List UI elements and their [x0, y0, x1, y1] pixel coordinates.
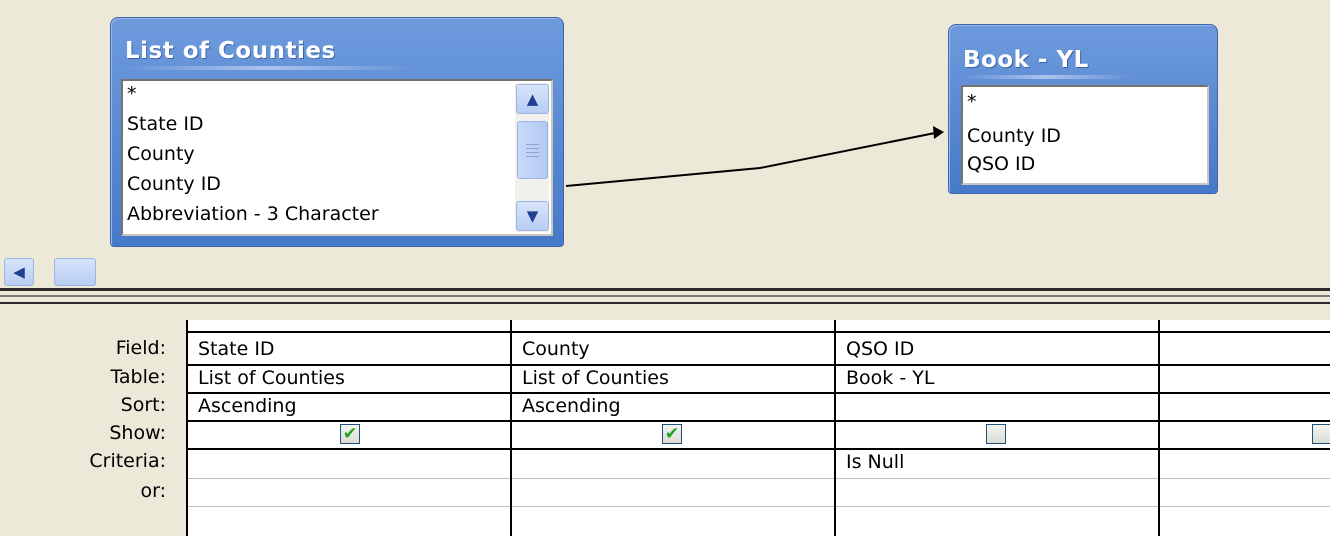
cell-field[interactable]: QSO ID — [846, 338, 914, 360]
cell-sort[interactable]: Ascending — [198, 395, 297, 417]
grid-column-4[interactable] — [1160, 320, 1330, 536]
grid-column-3[interactable]: QSO ID Book - YL Is Null — [836, 320, 1160, 536]
field-list-scrollbar[interactable]: ▲ ▼ — [515, 83, 549, 232]
scroll-thumb[interactable] — [517, 121, 548, 179]
table-pane-hscrollbar[interactable]: ◀ — [0, 256, 1330, 286]
field-list-item-county-id[interactable]: County ID — [967, 125, 1061, 147]
arrow-head-icon — [933, 126, 944, 139]
field-list-item-all[interactable]: * — [127, 83, 137, 105]
field-list-item-qso-id[interactable]: QSO ID — [967, 153, 1035, 175]
field-list: * County ID QSO ID — [961, 85, 1209, 185]
grid-column-2[interactable]: County List of Counties Ascending ✔ — [512, 320, 836, 536]
table-title[interactable]: List of Counties — [125, 38, 336, 64]
field-list: * State ID County County ID Abbreviation… — [121, 79, 553, 236]
field-list-item-all[interactable]: * — [967, 91, 977, 113]
grid-column-1[interactable]: State ID List of Counties Ascending ✔ — [188, 320, 512, 536]
grid-body: State ID List of Counties Ascending ✔ Co… — [186, 320, 1330, 536]
table-book-yl[interactable]: Book - YL * County ID QSO ID — [948, 24, 1218, 194]
row-label-table: Table: — [110, 366, 166, 388]
cell-table[interactable]: List of Counties — [198, 367, 345, 389]
pane-splitter[interactable] — [0, 288, 1330, 304]
show-checkbox[interactable]: ✔ — [662, 424, 682, 444]
chevron-left-icon[interactable]: ◀ — [4, 258, 34, 286]
cell-field[interactable]: County — [522, 338, 590, 360]
cell-criteria[interactable]: Is Null — [846, 451, 904, 473]
row-label-show: Show: — [109, 422, 166, 444]
checkmark-icon: ✔ — [664, 423, 680, 444]
row-label-or: or: — [140, 480, 166, 502]
field-list-item-county[interactable]: County — [127, 143, 195, 165]
show-checkbox[interactable] — [1312, 424, 1330, 444]
show-checkbox[interactable] — [986, 424, 1006, 444]
field-list-item-county-id[interactable]: County ID — [127, 173, 221, 195]
field-list-item-state-id[interactable]: State ID — [127, 113, 204, 135]
show-checkbox[interactable]: ✔ — [340, 424, 360, 444]
chevron-down-icon[interactable]: ▼ — [516, 201, 549, 231]
cell-table[interactable]: List of Counties — [522, 367, 669, 389]
query-design-grid: Field: Table: Sort: Show: Criteria: or: … — [0, 306, 1330, 536]
field-list-item-abbreviation[interactable]: Abbreviation - 3 Character — [127, 203, 379, 225]
chevron-up-icon[interactable]: ▲ — [516, 84, 549, 114]
row-label-field: Field: — [115, 337, 166, 359]
checkmark-icon: ✔ — [342, 423, 358, 444]
row-label-sort: Sort: — [120, 394, 166, 416]
cell-table[interactable]: Book - YL — [846, 367, 934, 389]
scroll-thumb[interactable] — [54, 258, 96, 286]
cell-field[interactable]: State ID — [198, 338, 275, 360]
cell-sort[interactable]: Ascending — [522, 395, 621, 417]
table-list-of-counties[interactable]: List of Counties * State ID County Count… — [110, 17, 564, 247]
row-label-criteria: Criteria: — [89, 450, 166, 472]
table-title[interactable]: Book - YL — [963, 47, 1089, 73]
table-pane: List of Counties * State ID County Count… — [0, 0, 1330, 256]
